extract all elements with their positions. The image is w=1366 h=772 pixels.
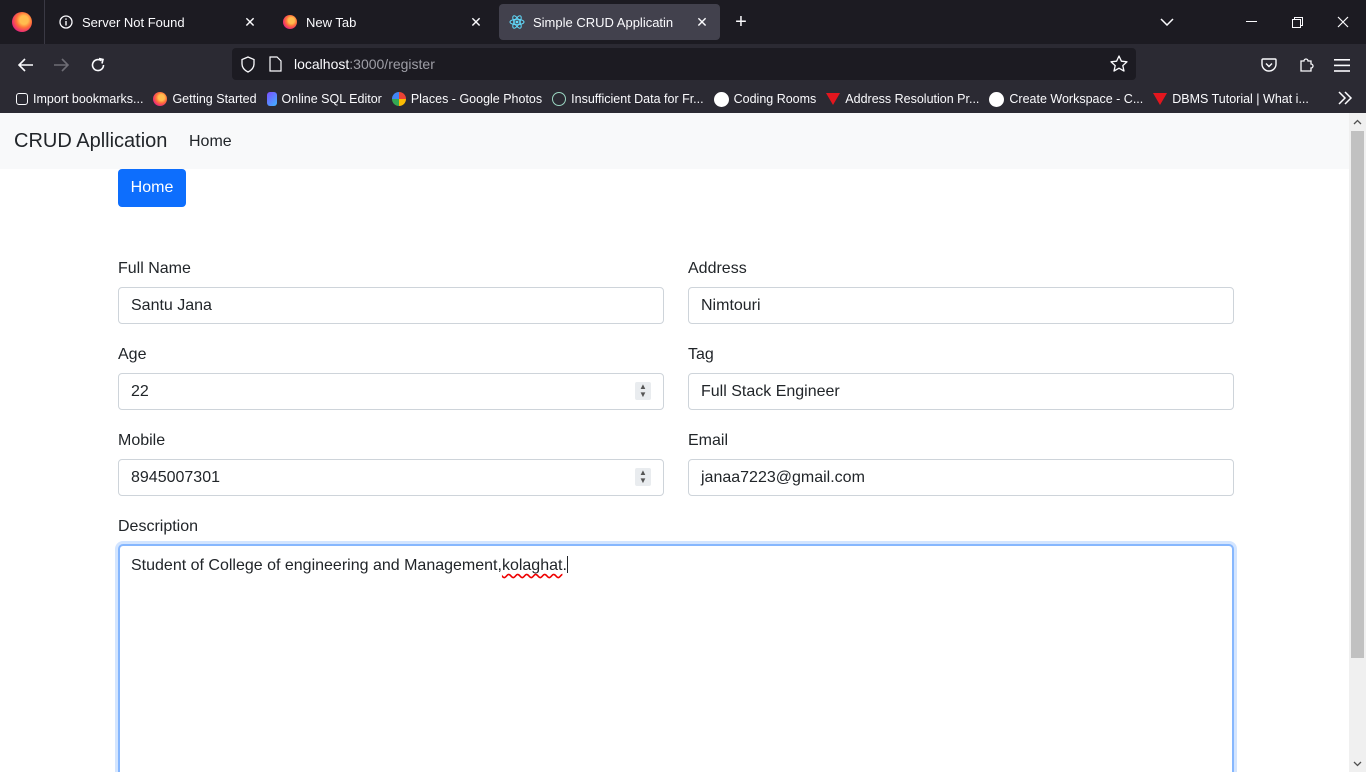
description-label: Description — [118, 518, 199, 535]
age-input[interactable]: 22 ▲ ▼ — [118, 373, 664, 410]
page-icon[interactable] — [269, 56, 282, 77]
bookmark-create-workspace[interactable]: Create Workspace - C... — [989, 91, 1144, 107]
tab-title: Simple CRUD Applicatin — [533, 14, 674, 30]
age-value: 22 — [131, 382, 149, 400]
sql-editor-icon — [266, 92, 277, 106]
full-name-label: Full Name — [118, 260, 191, 277]
google-photos-icon — [391, 92, 406, 106]
star-icon[interactable] — [1110, 55, 1128, 77]
url-text[interactable]: localhost:3000/register — [294, 56, 435, 72]
number-spinner-icon[interactable]: ▲ ▼ — [635, 382, 651, 400]
tab-simple-crud[interactable]: Simple CRUD Applicatin ✕ — [499, 4, 720, 40]
app-brand[interactable]: CRUD Apllication — [14, 130, 167, 153]
tutorial-v-icon — [1153, 92, 1168, 106]
text-caret — [566, 556, 568, 573]
bookmark-google-photos[interactable]: Places - Google Photos — [391, 92, 543, 106]
tab-title: Server Not Found — [82, 14, 185, 30]
shield-icon[interactable] — [240, 56, 256, 78]
tab-separator — [44, 0, 45, 44]
new-tab-icon[interactable]: + — [718, 0, 764, 44]
reload-icon[interactable] — [85, 52, 111, 78]
bookmark-dbms-tutorial[interactable]: DBMS Tutorial | What i... — [1153, 92, 1309, 106]
close-icon[interactable]: ✕ — [242, 14, 258, 30]
bookmark-import[interactable]: Import bookmarks... — [16, 92, 143, 106]
restore-icon[interactable] — [1274, 0, 1320, 44]
description-text: Student of College of engineering and Ma… — [131, 557, 502, 574]
app-navbar: CRUD Apllication Home — [0, 113, 1349, 169]
close-icon[interactable]: ✕ — [468, 14, 484, 30]
chevron-double-right-icon[interactable] — [1337, 91, 1353, 110]
page-viewport: CRUD Apllication Home Home Full Name San… — [0, 113, 1366, 772]
tutorial-v-icon — [826, 92, 841, 106]
email-label: Email — [688, 432, 729, 449]
bookmark-getting-started[interactable]: Getting Started — [153, 92, 257, 106]
bookmark-label: Places - Google Photos — [410, 92, 543, 106]
minimize-icon[interactable] — [1228, 0, 1274, 44]
bookmark-label: Getting Started — [172, 92, 257, 106]
close-icon[interactable]: ✕ — [694, 14, 710, 30]
tag-value: Full Stack Engineer — [701, 382, 840, 400]
workspace-icon — [989, 91, 1005, 107]
bookmarks-toolbar: Import bookmarks... Getting Started Onli… — [0, 85, 1366, 113]
address-value: Nimtouri — [701, 296, 761, 314]
firefox-icon — [282, 14, 298, 30]
mobile-value: 8945007301 — [131, 468, 220, 486]
number-spinner-icon[interactable]: ▲ ▼ — [635, 468, 651, 486]
address-label: Address — [688, 260, 747, 277]
bookmark-label: Coding Rooms — [733, 92, 817, 106]
pocket-icon[interactable] — [1256, 52, 1282, 78]
age-label: Age — [118, 346, 147, 363]
misspelled-word[interactable]: kolaghat — [502, 557, 563, 574]
tab-new-tab[interactable]: New Tab ✕ — [272, 4, 494, 40]
bookmark-label: Create Workspace - C... — [1009, 92, 1144, 106]
extensions-icon[interactable] — [1293, 52, 1319, 78]
close-window-icon[interactable] — [1320, 0, 1366, 44]
import-icon — [16, 93, 28, 105]
react-icon — [509, 14, 525, 30]
firefox-icon — [153, 92, 168, 106]
scroll-down-icon[interactable] — [1349, 755, 1366, 772]
tab-server-not-found[interactable]: Server Not Found ✕ — [48, 4, 268, 40]
full-name-input[interactable]: Santu Jana — [118, 287, 664, 324]
url-path: :3000/register — [349, 56, 435, 72]
address-input[interactable]: Nimtouri — [688, 287, 1234, 324]
coding-rooms-icon — [713, 91, 729, 107]
forward-icon[interactable] — [48, 52, 74, 78]
bookmark-online-sql-editor[interactable]: Online SQL Editor — [266, 92, 382, 106]
bookmark-insufficient-data[interactable]: Insufficient Data for Fr... — [552, 92, 704, 106]
nav-link-home[interactable]: Home — [189, 133, 232, 151]
tab-strip: Server Not Found ✕ New Tab ✕ Simple CRUD… — [0, 0, 1366, 44]
tab-title: New Tab — [306, 14, 357, 30]
app-menu-icon[interactable] — [1329, 52, 1355, 78]
back-icon[interactable] — [13, 52, 39, 78]
mobile-label: Mobile — [118, 432, 166, 449]
firefox-menu-icon[interactable] — [12, 12, 32, 32]
tag-input[interactable]: Full Stack Engineer — [688, 373, 1234, 410]
bookmark-address-resolution[interactable]: Address Resolution Pr... — [826, 92, 979, 106]
email-input[interactable]: janaa7223@gmail.com — [688, 459, 1234, 496]
bookmark-label: Import bookmarks... — [33, 92, 144, 106]
openai-icon — [552, 92, 567, 106]
scroll-up-icon[interactable] — [1349, 113, 1366, 130]
url-host: localhost — [294, 56, 350, 72]
info-icon — [58, 14, 74, 30]
bookmark-label: Address Resolution Pr... — [845, 92, 980, 106]
description-textarea[interactable]: Student of College of engineering and Ma… — [118, 544, 1234, 772]
mobile-input[interactable]: 8945007301 ▲ ▼ — [118, 459, 664, 496]
bookmark-label: Online SQL Editor — [281, 92, 382, 106]
tag-label: Tag — [688, 346, 714, 363]
home-button[interactable]: Home — [118, 169, 186, 207]
chevron-down-icon[interactable] — [1144, 0, 1190, 44]
scrollbar-thumb[interactable] — [1351, 131, 1364, 658]
bookmark-coding-rooms[interactable]: Coding Rooms — [713, 91, 817, 107]
page-scrollbar[interactable] — [1349, 113, 1366, 772]
full-name-value: Santu Jana — [131, 296, 212, 314]
bookmark-label: DBMS Tutorial | What i... — [1172, 92, 1309, 106]
bookmark-label: Insufficient Data for Fr... — [571, 92, 704, 106]
email-value: janaa7223@gmail.com — [701, 468, 865, 486]
